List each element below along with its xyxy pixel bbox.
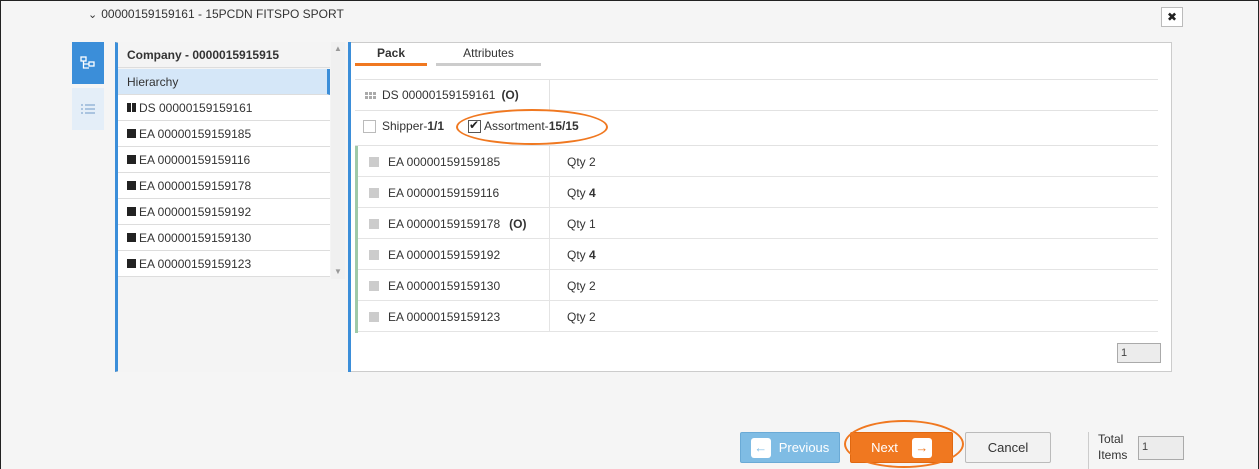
qty-value: 4 xyxy=(589,185,596,200)
tree-scrollbar[interactable]: ▲ ▼ xyxy=(331,42,345,279)
table-row[interactable]: EA 00000159159192 Qty 4 xyxy=(358,239,1158,270)
panel-divider xyxy=(348,42,351,372)
list-view-button[interactable] xyxy=(72,88,104,130)
divider xyxy=(549,79,550,110)
qty-value: 4 xyxy=(589,247,596,262)
divider xyxy=(355,79,1158,80)
item-code: EA 00000159159123 xyxy=(388,309,501,324)
item-code: EA 00000159159130 xyxy=(388,278,501,293)
shipper-label-text: Shipper- xyxy=(382,119,428,133)
item-code: EA 00000159159116 xyxy=(388,185,500,200)
tree-item-ds[interactable]: DS 00000159159161 xyxy=(118,95,330,121)
previous-label: Previous xyxy=(778,440,830,455)
ea-icon xyxy=(127,129,136,138)
total-label-line2: Items xyxy=(1098,448,1128,462)
table-row[interactable]: EA 00000159159116 Qty 4 xyxy=(358,177,1158,208)
tree-item-label: EA 00000159159116 xyxy=(139,152,251,167)
tree-item-ea[interactable]: EA 00000159159130 xyxy=(118,225,330,251)
tree-item-label: EA 00000159159192 xyxy=(139,204,252,219)
tab-pack[interactable]: Pack xyxy=(355,42,427,66)
table-row[interactable]: EA 00000159159178 (O) Qty 1 xyxy=(358,208,1158,239)
header-title[interactable]: ⌄ 00000159159161 - 15PCDN FITSPO SPORT xyxy=(88,7,344,21)
qty-value: 2 xyxy=(589,309,596,324)
qty-label: Qty xyxy=(567,309,586,324)
item-icon xyxy=(369,218,379,229)
grid-icon xyxy=(365,91,376,99)
tree-item-ea[interactable]: EA 00000159159123 xyxy=(118,251,330,277)
previous-button[interactable]: ← Previous xyxy=(740,432,840,463)
table-row[interactable]: EA 00000159159123 Qty 2 xyxy=(358,301,1158,332)
shipper-checkbox[interactable] xyxy=(363,119,376,133)
item-icon xyxy=(369,249,379,260)
arrow-left-icon: ← xyxy=(750,437,771,458)
qty-label: Qty xyxy=(567,247,586,262)
item-code: EA 00000159159178 xyxy=(388,216,501,231)
item-icon xyxy=(369,187,379,198)
total-items-input[interactable]: 1 xyxy=(1138,436,1184,460)
qty-label: Qty xyxy=(567,278,586,293)
qty-label: Qty xyxy=(567,154,586,169)
ds-icon xyxy=(127,103,136,112)
item-code: EA 00000159159185 xyxy=(388,154,501,169)
ea-icon xyxy=(127,155,136,164)
item-icon xyxy=(369,280,379,291)
tab-attributes[interactable]: Attributes xyxy=(436,42,541,66)
tree-item-label: EA 00000159159130 xyxy=(139,230,252,245)
cancel-button[interactable]: Cancel xyxy=(965,432,1051,463)
qty-value: 2 xyxy=(589,278,596,293)
tree-item-label: EA 00000159159185 xyxy=(139,126,252,141)
ea-icon xyxy=(127,259,136,268)
ea-icon xyxy=(127,233,136,242)
highlight-oval xyxy=(844,420,964,468)
page-number-input[interactable]: 1 xyxy=(1117,343,1161,363)
tree-item-label: EA 00000159159123 xyxy=(139,256,252,271)
scroll-up-icon[interactable]: ▲ xyxy=(331,44,345,53)
tree-item-label: EA 00000159159178 xyxy=(139,178,252,193)
header-title-text: 00000159159161 - 15PCDN FITSPO SPORT xyxy=(101,7,344,21)
list-icon xyxy=(81,104,95,114)
table-row[interactable]: EA 00000159159185 Qty 2 xyxy=(358,146,1158,177)
tree-item-ea[interactable]: EA 00000159159192 xyxy=(118,199,330,225)
pack-ds-row: DS 00000159159161 (O) xyxy=(365,88,519,102)
shipper-label: Shipper-1/1 xyxy=(382,119,444,133)
shipper-value: 1/1 xyxy=(427,119,445,133)
tree-item-ea[interactable]: EA 00000159159185 xyxy=(118,121,330,147)
hierarchy-view-button[interactable] xyxy=(72,42,104,84)
table-row[interactable]: EA 00000159159130 Qty 2 xyxy=(358,270,1158,301)
qty-value: 2 xyxy=(589,154,596,169)
qty-label: Qty xyxy=(567,216,586,231)
close-button[interactable]: ✖ xyxy=(1161,7,1183,27)
item-suffix: (O) xyxy=(509,216,527,231)
item-icon xyxy=(369,311,379,322)
hierarchy-tree: Company - 0000015915915 Hierarchy DS 000… xyxy=(118,42,348,372)
tree-hierarchy[interactable]: Hierarchy xyxy=(118,69,330,95)
chevron-down-icon[interactable]: ⌄ xyxy=(88,8,97,21)
tree-item-label: DS 00000159159161 xyxy=(139,100,253,115)
footer-divider xyxy=(1088,432,1089,469)
ds-suffix: (O) xyxy=(501,88,519,102)
tree-item-ea[interactable]: EA 00000159159178 xyxy=(118,173,330,199)
total-label-line1: Total xyxy=(1098,432,1124,446)
total-items-label: Total Items xyxy=(1098,431,1127,463)
ea-icon xyxy=(127,207,136,216)
divider xyxy=(355,110,1158,111)
ds-label: DS 00000159159161 xyxy=(382,88,496,102)
highlight-oval xyxy=(456,109,608,145)
scroll-down-icon[interactable]: ▼ xyxy=(331,267,345,276)
item-code: EA 00000159159192 xyxy=(388,247,501,262)
tree-item-ea[interactable]: EA 00000159159116 xyxy=(118,147,330,173)
ea-icon xyxy=(127,181,136,190)
item-icon xyxy=(369,156,379,167)
hierarchy-icon xyxy=(80,56,95,69)
qty-label: Qty xyxy=(567,185,586,200)
qty-value: 1 xyxy=(589,216,596,231)
shipper-option[interactable]: Shipper-1/1 xyxy=(363,119,444,133)
tree-company[interactable]: Company - 0000015915915 xyxy=(118,42,330,68)
